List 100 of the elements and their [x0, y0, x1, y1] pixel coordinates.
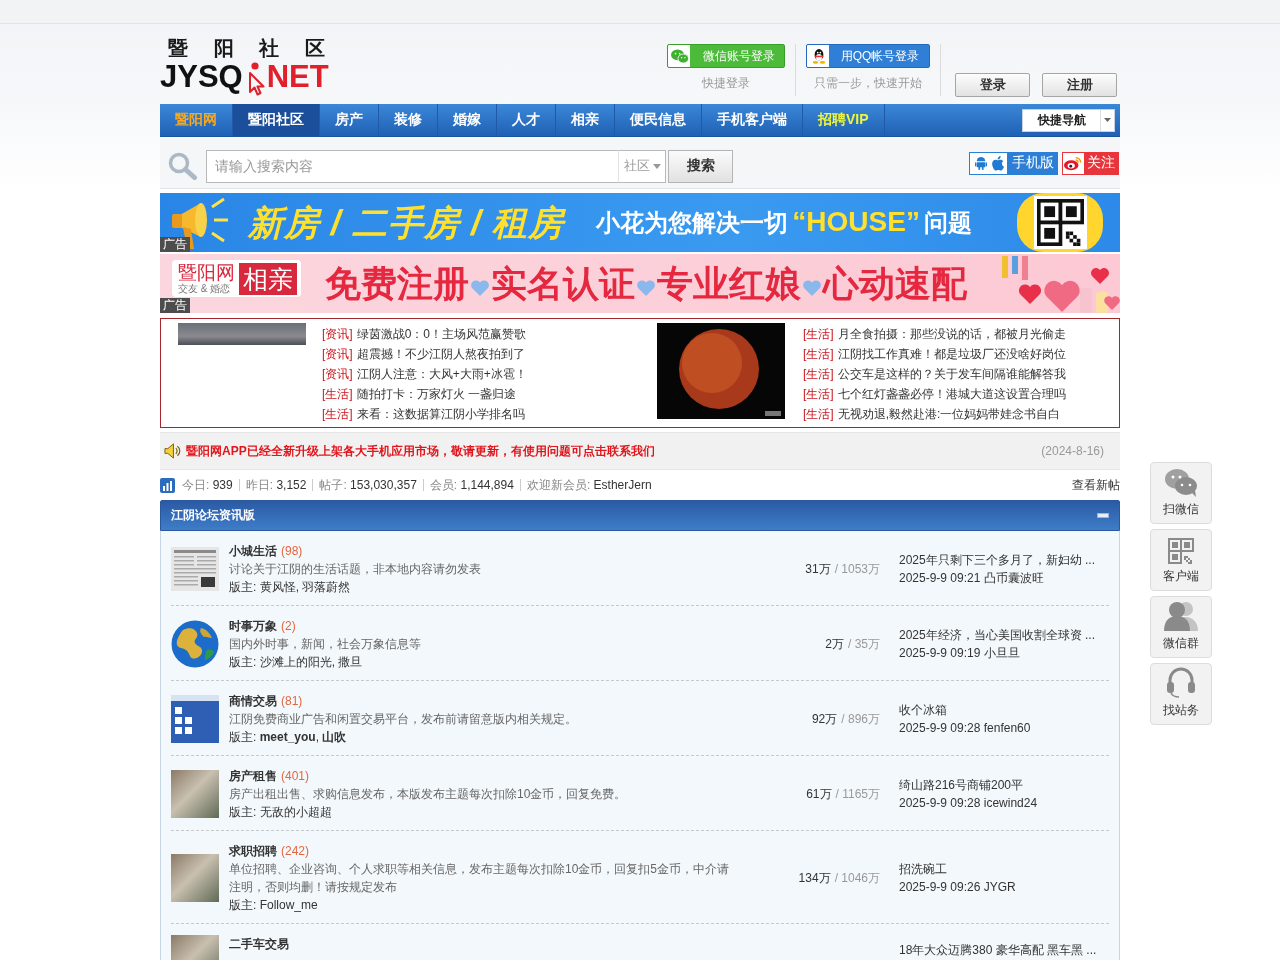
- penguin-icon: [812, 48, 826, 64]
- news-link[interactable]: 无视劝退,毅然赴港:一位妈妈带娃念书自白: [837, 405, 1061, 423]
- board-link[interactable]: 小城生活: [229, 542, 277, 560]
- scan-wechat-button[interactable]: 扫微信: [1150, 462, 1212, 524]
- thread-count: 31万: [805, 561, 831, 576]
- last-post-info: 2025-9-9 09:26 JYGR: [899, 879, 1017, 896]
- ad-label: 广告: [160, 237, 190, 252]
- quick-nav-dropdown[interactable]: 快捷导航: [1022, 108, 1115, 132]
- moderator-list: 版主: 沙滩上的阳光, 撒旦: [229, 653, 826, 671]
- news-category-link[interactable]: [生活]: [803, 365, 834, 383]
- nav-tab[interactable]: 便民信息: [615, 104, 702, 136]
- users-icon: [1164, 601, 1198, 631]
- brand-subtitle: 交友 & 婚恋: [178, 283, 232, 295]
- topic-count: (81): [281, 694, 303, 708]
- section-title: 江阴论坛资讯版: [171, 507, 255, 524]
- qq-login-button[interactable]: 用QQ帐号登录: [806, 44, 930, 68]
- board-link[interactable]: 求职招聘: [229, 842, 277, 860]
- nav-tab[interactable]: 暨阳社区: [233, 104, 320, 136]
- news-link[interactable]: 超震撼！不少江阴人熬夜拍到了: [356, 345, 525, 363]
- thread-count: 134万: [798, 870, 831, 885]
- thread-count: 61万: [806, 786, 832, 801]
- post-count: / 1046万: [834, 870, 880, 885]
- logo-title: 暨阳社区: [168, 37, 325, 60]
- search-button[interactable]: 搜索: [668, 149, 733, 183]
- stat-item: 昨日: 3,152: [238, 479, 313, 491]
- board-description: 国内外时事，新闻，社会万象信息等: [229, 636, 422, 653]
- board-link[interactable]: 房产租售: [229, 767, 277, 785]
- heart-icon: [636, 278, 656, 297]
- news-link[interactable]: 公交车是这样的？关于发车间隔谁能解答我: [837, 365, 1066, 383]
- news-link[interactable]: 江阴人注意：大风+大雨+冰雹！: [356, 365, 527, 383]
- weibo-follow-link[interactable]: 关注: [1062, 151, 1119, 175]
- chat-bubbles-icon: [671, 48, 689, 64]
- caret-icon: [1104, 118, 1111, 122]
- board-link[interactable]: 二手车交易: [229, 935, 289, 953]
- news-category-link[interactable]: [生活]: [322, 405, 353, 423]
- news-link[interactable]: 月全食拍摄：那些没说的话，都被月光偷走: [837, 325, 1066, 343]
- news-category-link[interactable]: [资讯]: [322, 325, 353, 343]
- last-post-link[interactable]: 18年大众迈腾380 豪华高配 黑车黑 ...: [899, 941, 1109, 959]
- thread-count: 92万: [811, 711, 838, 726]
- post-count: / 35万: [848, 636, 880, 651]
- news-category-link[interactable]: [生活]: [803, 345, 834, 363]
- board-link[interactable]: 时事万象: [229, 617, 277, 635]
- last-post-info: 2025-9-9 09:19 小旦旦: [899, 645, 1021, 662]
- nav-tab[interactable]: 招聘VIP: [803, 104, 885, 136]
- news-link[interactable]: 来看：这数据算江阴小学排名吗: [356, 405, 525, 423]
- board-description: 房产出租出售、求购信息发布，本版发布主题每次扣除10金币，回复免费。: [229, 786, 628, 803]
- topic-count: (2): [281, 619, 296, 633]
- stat-item: 今日: 939: [182, 479, 234, 491]
- last-post-link[interactable]: 招洗碗工: [899, 860, 1109, 878]
- ad-slogan: 实名认证: [491, 262, 635, 305]
- nav-tab[interactable]: 相亲: [556, 104, 615, 136]
- news-category-link[interactable]: [生活]: [803, 405, 834, 423]
- notice-link[interactable]: 暨阳网APP已经全新升级上架各大手机应用市场，敬请更新，有使用问题可点击联系我们: [186, 442, 655, 460]
- thread-count: 2万: [825, 636, 844, 651]
- ad-slogan: 心动速配: [823, 262, 967, 305]
- board-description: 单位招聘、企业咨询、个人求职等相关信息，发布主题每次扣除10金币，回复扣5金币，中介请注明，否则均删！请按规定发布: [229, 861, 731, 896]
- collapse-icon[interactable]: [1097, 513, 1109, 518]
- stat-item: 帖子: 153,030,357: [312, 479, 423, 491]
- client-app-button[interactable]: 客户端: [1150, 529, 1212, 591]
- ad-label: 广告: [160, 298, 190, 313]
- heart-icon: [802, 278, 822, 297]
- brand-tag: 相亲: [239, 262, 297, 295]
- nav-tab[interactable]: 房产: [320, 104, 379, 136]
- news-link[interactable]: 江阴找工作真难！都是垃圾厂还没啥好岗位: [837, 345, 1066, 363]
- news-category-link[interactable]: [生活]: [322, 385, 353, 403]
- topic-count: (242): [281, 844, 309, 858]
- mobile-version-link[interactable]: 手机版: [969, 151, 1058, 175]
- last-post-link[interactable]: 2025年只剩下三个多月了，新妇幼 ...: [899, 551, 1109, 569]
- topic-count: (98): [281, 544, 303, 558]
- last-post-link[interactable]: 2025年经济，当心美国收割全球资 ...: [899, 626, 1109, 644]
- post-count: / 1165万: [835, 786, 880, 801]
- last-post-link[interactable]: 绮山路216号商铺200平: [899, 776, 1109, 794]
- news-category-link[interactable]: [生活]: [803, 385, 834, 403]
- nav-tab[interactable]: 手机客户端: [702, 104, 803, 136]
- headset-icon: [1166, 666, 1196, 698]
- globe-icon: [171, 620, 219, 668]
- moderator-list: 版主: Follow_me: [229, 896, 799, 914]
- board-link[interactable]: 商情交易: [229, 692, 277, 710]
- login-button[interactable]: 登录: [955, 73, 1030, 97]
- register-button[interactable]: 注册: [1042, 73, 1117, 97]
- news-category-link[interactable]: [资讯]: [322, 345, 353, 363]
- news-link[interactable]: 七个红灯盏盏必停！港城大道这设置合理吗: [837, 385, 1066, 403]
- moderator-list: 版主: 黄风怪, 羽落蔚然: [229, 578, 806, 596]
- news-link[interactable]: 绿茵激战0：0！主场风范赢赞歌: [356, 325, 527, 343]
- ad-banner[interactable]: 新房 / 二手房 / 租房 小花为您解决一切“HOUSE”问题 广告: [160, 193, 1120, 252]
- nav-tab[interactable]: 婚嫁: [438, 104, 497, 136]
- qr-code-icon: [1168, 538, 1194, 564]
- last-post-link[interactable]: 收个冰箱: [899, 701, 1109, 719]
- nav-tab[interactable]: 装修: [379, 104, 438, 136]
- ad-slogan: 小花为您解决一切“HOUSE”问题: [596, 206, 972, 239]
- wechat-group-button[interactable]: 微信群: [1150, 596, 1212, 658]
- support-button[interactable]: 找站务: [1150, 663, 1212, 725]
- stat-item: 会员: 1,144,894: [422, 479, 520, 491]
- news-category-link[interactable]: [生活]: [803, 325, 834, 343]
- search-field[interactable]: 请输入搜索内容: [206, 149, 618, 183]
- new-posts-link[interactable]: 查看新帖: [1072, 476, 1120, 494]
- news-category-link[interactable]: [资讯]: [322, 365, 353, 383]
- logo-text: NET: [266, 62, 329, 92]
- news-link[interactable]: 随拍打卡：万家灯火 一盏归途: [356, 385, 516, 403]
- nav-tab[interactable]: 人才: [497, 104, 556, 136]
